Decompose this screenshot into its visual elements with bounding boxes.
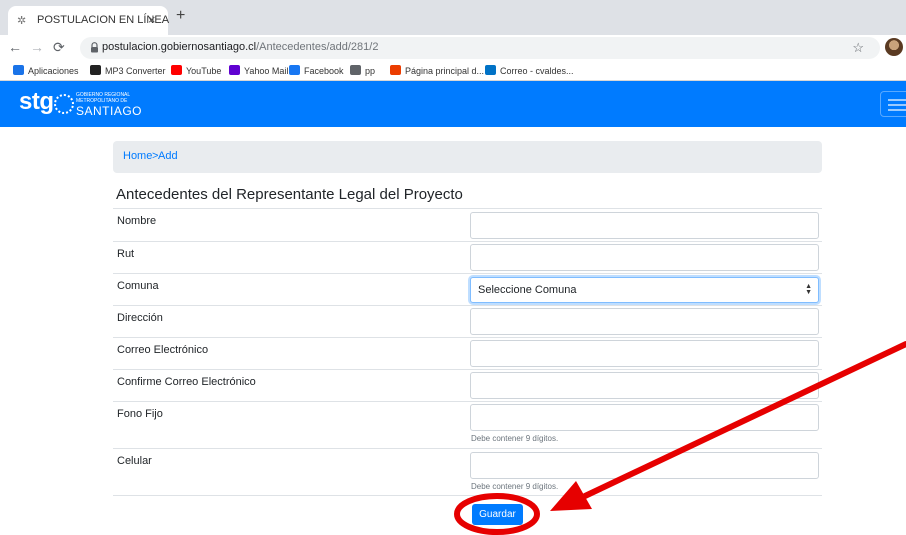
direccion-input[interactable] xyxy=(470,308,819,335)
fono-fijo-help: Debe contener 9 dígitos. xyxy=(471,434,559,443)
comuna-label: Comuna xyxy=(117,280,159,292)
url-host: postulacion.gobiernosantiago.cl xyxy=(102,41,257,53)
comuna-select[interactable]: Seleccione Comuna ▲ ▼ xyxy=(470,277,819,303)
reload-icon[interactable]: ⟳ xyxy=(53,39,65,55)
correo-input[interactable] xyxy=(470,340,819,367)
url-path: /Antecedentes/add/281/2 xyxy=(256,41,379,53)
form-title: Antecedentes del Representante Legal del… xyxy=(116,186,463,203)
save-button[interactable]: Guardar xyxy=(472,504,523,525)
bookmark-label: Correo - cvaldes... xyxy=(500,66,574,76)
bookmark-label: Página principal d... xyxy=(405,66,485,76)
row-divider xyxy=(113,337,822,338)
menu-toggle-button[interactable] xyxy=(880,91,906,117)
office-icon xyxy=(390,65,401,75)
breadcrumb-current-link[interactable]: Add xyxy=(158,150,178,162)
music-note-icon xyxy=(90,65,101,75)
new-tab-button[interactable]: + xyxy=(176,8,185,24)
bookmark-label: MP3 Converter xyxy=(105,66,166,76)
correo-label: Correo Electrónico xyxy=(117,344,209,356)
outlook-icon xyxy=(485,65,496,75)
bookmark-label: Yahoo Mail xyxy=(244,66,289,76)
site-favicon-icon: ✲ xyxy=(17,15,27,27)
bookmark-label: pp xyxy=(365,66,376,76)
bookmark-label: YouTube xyxy=(186,66,222,76)
url-text: postulacion.gobiernosantiago.cl/Antecede… xyxy=(102,41,378,53)
bookmark-item[interactable]: Aplicaciones xyxy=(13,64,79,78)
back-arrow-icon[interactable]: ← xyxy=(8,39,22,55)
bookmark-label: Aplicaciones xyxy=(28,66,79,76)
nombre-input[interactable] xyxy=(470,212,819,239)
comuna-selected-value: Seleccione Comuna xyxy=(478,284,577,296)
address-bar[interactable]: postulacion.gobiernosantiago.cl/Antecede… xyxy=(80,37,880,59)
row-divider xyxy=(113,208,822,209)
breadcrumb-home-link[interactable]: Home xyxy=(123,150,152,162)
direccion-label: Dirección xyxy=(117,312,163,324)
hamburger-icon-bar xyxy=(888,109,906,111)
fono-fijo-label: Fono Fijo xyxy=(117,408,163,420)
row-divider xyxy=(113,241,822,242)
celular-help: Debe contener 9 dígitos. xyxy=(471,482,559,491)
rut-label: Rut xyxy=(117,248,135,260)
logo-text: stg xyxy=(19,88,54,115)
select-arrows-icon: ▲ ▼ xyxy=(805,283,812,296)
logo-line-3: SANTIAGO xyxy=(76,104,143,118)
bookmarks-bar: Aplicaciones MP3 Converter YouTube Yahoo Ma… xyxy=(0,61,906,81)
bookmark-item[interactable]: Página principal d... xyxy=(390,64,484,78)
row-divider xyxy=(113,369,822,370)
apps-grid-icon xyxy=(13,65,24,75)
bookmark-item[interactable]: pp xyxy=(350,64,375,78)
nombre-label: Nombre xyxy=(117,215,157,227)
fono-fijo-input[interactable] xyxy=(470,404,819,431)
youtube-icon xyxy=(171,65,182,75)
hamburger-icon xyxy=(888,99,906,101)
row-divider xyxy=(113,448,822,449)
site-header: stg GOBIERNO REGIONAL METROPOLITANO DE S… xyxy=(0,81,906,127)
profile-avatar[interactable] xyxy=(885,38,903,56)
row-divider xyxy=(113,495,822,496)
bookmark-item[interactable]: Yahoo Mail xyxy=(229,64,288,78)
breadcrumb: Home > Add xyxy=(113,141,822,173)
bookmark-item[interactable]: YouTube xyxy=(171,64,221,78)
celular-input[interactable] xyxy=(470,452,819,479)
hamburger-icon-bar xyxy=(888,104,906,106)
browser-tab-strip: ✲ POSTULACION EN LÍNEA × + xyxy=(0,0,906,35)
confirme-correo-input[interactable] xyxy=(470,372,819,399)
bookmark-item[interactable]: Facebook xyxy=(289,64,344,78)
row-divider xyxy=(113,401,822,402)
folder-icon xyxy=(350,65,361,75)
facebook-icon xyxy=(289,65,300,75)
bookmark-item[interactable]: Correo - cvaldes... xyxy=(485,64,574,78)
celular-label: Celular xyxy=(117,455,152,467)
row-divider xyxy=(113,305,822,306)
row-divider xyxy=(113,273,822,274)
browser-tab[interactable]: ✲ POSTULACION EN LÍNEA × xyxy=(8,6,169,35)
tab-close-icon[interactable]: × xyxy=(148,12,156,27)
rut-input[interactable] xyxy=(470,244,819,271)
bookmark-star-icon[interactable]: ☆ xyxy=(852,40,864,56)
confirme-correo-label: Confirme Correo Electrónico xyxy=(117,376,256,388)
forward-arrow-icon[interactable]: → xyxy=(30,39,44,55)
logo-seal-icon xyxy=(54,94,74,114)
lock-icon xyxy=(91,42,98,53)
browser-toolbar: ← → ⟳ postulacion.gobiernosantiago.cl/An… xyxy=(0,35,906,61)
bookmark-label: Facebook xyxy=(304,66,344,76)
yahoo-icon xyxy=(229,65,240,75)
bookmark-item[interactable]: MP3 Converter xyxy=(90,64,166,78)
